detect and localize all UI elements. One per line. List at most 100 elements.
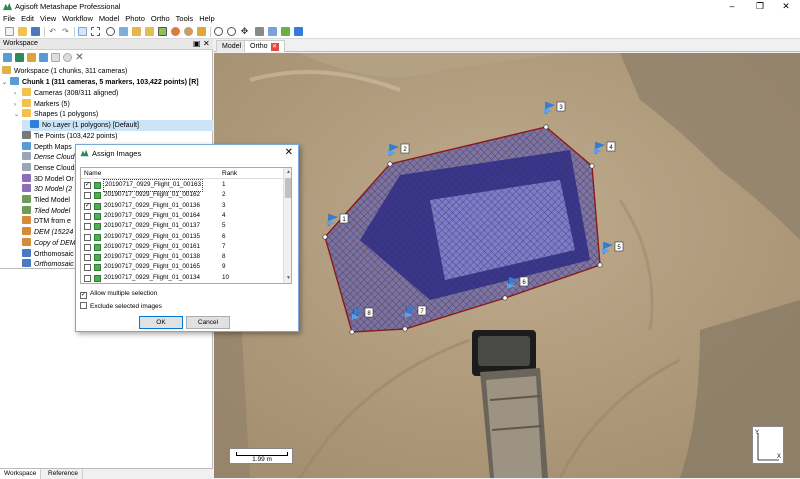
allow-multiple-checkbox[interactable]: ✓ [80, 292, 87, 299]
open-folder-icon[interactable] [18, 27, 27, 36]
tree-expander-icon[interactable]: ⌄ [14, 110, 22, 121]
seamlines-icon[interactable] [268, 27, 277, 36]
tree-item[interactable]: Tiled Model [14, 195, 70, 206]
tree-item[interactable]: Tiled Model [14, 205, 70, 217]
redo-icon[interactable]: ↷ [61, 27, 70, 36]
tree-item[interactable]: Depth Maps [14, 141, 72, 153]
tab-ortho[interactable]: Ortho ✕ [244, 40, 285, 52]
image-checkbox[interactable] [84, 212, 91, 220]
menu-tools[interactable]: Tools [173, 13, 197, 23]
image-list-row[interactable]: 20190717_0929_Flight_01_00134 10 [81, 273, 283, 283]
image-list-row[interactable]: 20190717_0929_Flight_01_00162 2 [81, 190, 283, 201]
dialog-close-button[interactable]: ✕ [285, 147, 293, 158]
draw-polygon-icon[interactable] [106, 27, 115, 36]
image-checkbox[interactable] [84, 223, 91, 231]
select-cursor-icon[interactable] [78, 27, 87, 36]
image-list-row[interactable]: 20190717_0929_Flight_01_00138 8 [81, 252, 283, 263]
image-list-row[interactable]: 20190717_0929_Flight_01_00135 6 [81, 232, 283, 243]
rectangle-selection-icon[interactable] [91, 27, 100, 36]
tree-item[interactable]: ⌄ Shapes (1 polygons) [14, 109, 98, 120]
column-name-header[interactable]: Name [84, 170, 101, 177]
image-icon[interactable] [255, 27, 264, 36]
add-photos-icon[interactable] [15, 53, 24, 62]
scroll-down-icon[interactable]: ▼ [284, 275, 291, 281]
patch-icon[interactable] [281, 27, 290, 36]
exclude-selected-checkbox[interactable] [80, 302, 87, 309]
allow-multiple-option[interactable]: ✓ Allow multiple selection [80, 289, 157, 299]
image-checkbox[interactable] [84, 274, 91, 282]
image-checkbox[interactable] [84, 254, 91, 262]
menu-workflow[interactable]: Workflow [59, 13, 96, 23]
tree-item[interactable]: Tie Points (103,422 points) [14, 130, 117, 142]
assign-images-icon[interactable] [158, 27, 167, 36]
list-scrollbar[interactable]: ▲ ▼ [283, 168, 291, 283]
tree-item[interactable]: 3D Model Or [14, 173, 74, 185]
palette-icon[interactable] [197, 27, 206, 36]
orthomosaic-canvas[interactable]: 1 2 3 4 5 6 7 8 [214, 53, 800, 478]
enable-icon[interactable] [39, 53, 48, 62]
menu-photo[interactable]: Photo [122, 13, 148, 23]
minimize-button[interactable]: – [718, 0, 746, 13]
ortho-view[interactable]: 1 2 3 4 5 6 7 8 [214, 53, 800, 478]
pan-move-icon[interactable]: ✥ [240, 27, 249, 36]
menu-help[interactable]: Help [196, 13, 217, 23]
menu-model[interactable]: Model [96, 13, 122, 23]
circle-icon[interactable] [63, 53, 72, 62]
add-folder-icon[interactable] [27, 53, 36, 62]
cancel-button[interactable]: Cancel [186, 316, 230, 329]
add-chunk-icon[interactable] [3, 53, 12, 62]
tree-item[interactable]: Orthomosaic [14, 248, 74, 260]
image-checkbox[interactable] [84, 233, 91, 241]
draw-shape-icon[interactable] [119, 27, 128, 36]
sphere-icon[interactable] [171, 27, 180, 36]
image-list-row[interactable]: ✓ 20190717_0929_Flight_01_00136 3 [81, 201, 283, 212]
image-checkbox[interactable]: ✓ [84, 202, 91, 210]
image-checkbox[interactable]: ✓ [84, 182, 91, 189]
tree-root[interactable]: Workspace (1 chunks, 311 cameras) [2, 66, 127, 77]
tree-item[interactable]: Copy of DEM [14, 237, 76, 249]
zoom-out-icon[interactable] [227, 27, 236, 36]
tree-item[interactable]: Dense Cloud [14, 152, 74, 163]
images-list[interactable]: Name Rank ^ ✓ 20190717_0929_Flight_01_001… [80, 167, 292, 284]
close-panel-icon[interactable]: ✕ [203, 39, 210, 48]
image-list-row[interactable]: 20190717_0929_Flight_01_00165 9 [81, 262, 283, 273]
tab-model[interactable]: Model [216, 40, 248, 52]
tree-item[interactable]: › Markers (5) [14, 98, 70, 110]
tree-item[interactable]: › Cameras (308/311 aligned) [14, 88, 118, 99]
scroll-up-icon[interactable]: ▲ [284, 169, 291, 175]
tree-item[interactable]: No Layer (1 polygons) [Default] [22, 120, 213, 132]
image-list-row[interactable]: 20190717_0929_Flight_01_00161 7 [81, 242, 283, 253]
menu-ortho[interactable]: Ortho [148, 13, 173, 23]
scroll-thumb[interactable] [285, 178, 291, 198]
save-icon[interactable] [31, 27, 40, 36]
column-rank-header[interactable]: Rank [222, 170, 237, 177]
close-tab-icon[interactable]: ✕ [270, 43, 279, 51]
disable-icon[interactable] [51, 53, 60, 62]
ok-button[interactable]: OK [139, 316, 183, 329]
new-file-icon[interactable] [5, 27, 14, 36]
close-window-button[interactable]: ✕ [772, 0, 800, 13]
image-list-row[interactable]: 20190717_0929_Flight_01_00137 5 [81, 221, 283, 232]
image-list-row[interactable]: 20190717_0929_Flight_01_00164 4 [81, 211, 283, 222]
image-checkbox[interactable] [84, 264, 91, 272]
image-list-row[interactable]: ✓ 20190717_0929_Flight_01_00163 1 [81, 179, 283, 192]
pencil-icon[interactable] [145, 27, 154, 36]
image-checkbox[interactable] [84, 243, 91, 251]
tree-item[interactable]: DEM (15224 [14, 227, 73, 238]
ruler-icon[interactable] [132, 27, 141, 36]
tree-item[interactable]: DTM from e [14, 216, 71, 227]
menu-view[interactable]: View [37, 13, 59, 23]
undock-icon[interactable]: ▣ [193, 39, 201, 48]
tree-chunk[interactable]: ⌄ Chunk 1 (311 cameras, 5 markers, 103,42… [2, 77, 199, 88]
tree-item[interactable]: 3D Model (2 [14, 184, 72, 195]
menu-file[interactable]: File [0, 13, 18, 23]
exclude-selected-option[interactable]: Exclude selected images [80, 302, 162, 312]
rotate-model-icon[interactable] [184, 27, 193, 36]
image-checkbox[interactable] [84, 192, 91, 200]
maximize-button[interactable]: ❐ [746, 0, 774, 13]
zoom-in-icon[interactable] [214, 27, 223, 36]
undo-icon[interactable]: ↶ [48, 27, 57, 36]
tree-item[interactable]: Dense Cloud [14, 162, 74, 174]
menu-edit[interactable]: Edit [18, 13, 37, 23]
remove-item-icon[interactable]: ✕ [75, 53, 84, 63]
